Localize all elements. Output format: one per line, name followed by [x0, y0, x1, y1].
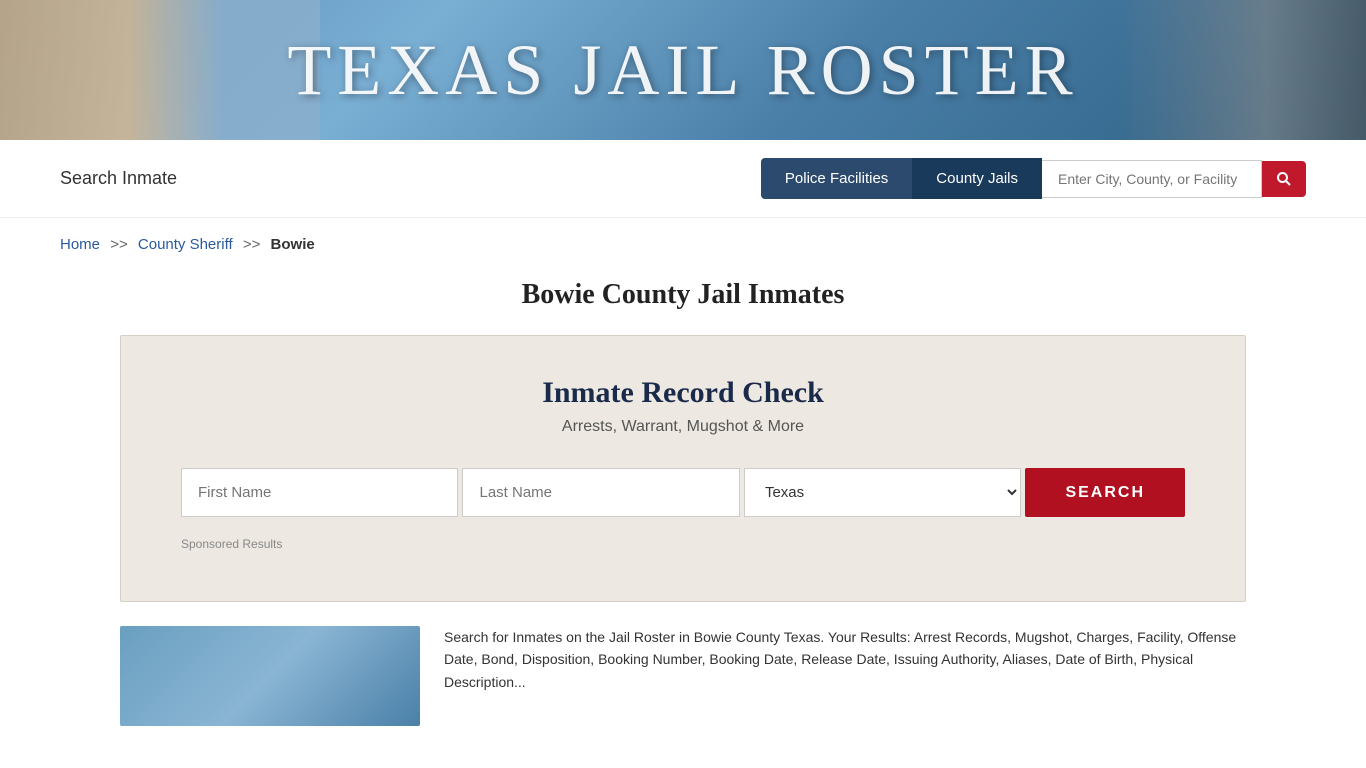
record-check-subtitle: Arrests, Warrant, Mugshot & More: [181, 418, 1185, 436]
bottom-section: Search for Inmates on the Jail Roster in…: [0, 626, 1366, 746]
breadcrumb-separator-2: >>: [243, 236, 261, 253]
nav-right: Police Facilities County Jails: [761, 158, 1306, 199]
breadcrumb: Home >> County Sheriff >> Bowie: [0, 218, 1366, 263]
breadcrumb-home[interactable]: Home: [60, 236, 100, 253]
facility-search-button[interactable]: [1262, 161, 1306, 197]
banner-title: TEXAS JAIL ROSTER: [287, 29, 1078, 112]
last-name-input[interactable]: [462, 468, 739, 517]
nav-bar: Search Inmate Police Facilities County J…: [0, 140, 1366, 218]
description-text: Search for Inmates on the Jail Roster in…: [444, 626, 1246, 726]
sponsored-label: Sponsored Results: [181, 537, 1185, 551]
search-row: AlabamaAlaskaArizonaArkansasCaliforniaCo…: [181, 468, 1185, 517]
breadcrumb-separator-1: >>: [110, 236, 128, 253]
search-inmate-label: Search Inmate: [60, 168, 177, 189]
record-search-button[interactable]: SEARCH: [1025, 468, 1185, 517]
facility-search-input[interactable]: [1042, 160, 1262, 198]
breadcrumb-county-sheriff[interactable]: County Sheriff: [138, 236, 233, 253]
first-name-input[interactable]: [181, 468, 458, 517]
police-facilities-button[interactable]: Police Facilities: [761, 158, 912, 199]
breadcrumb-current: Bowie: [271, 236, 315, 253]
header-banner: TEXAS JAIL ROSTER: [0, 0, 1366, 140]
county-jails-button[interactable]: County Jails: [912, 158, 1042, 199]
state-select[interactable]: AlabamaAlaskaArizonaArkansasCaliforniaCo…: [744, 468, 1021, 517]
record-check-box: Inmate Record Check Arrests, Warrant, Mu…: [120, 335, 1246, 602]
record-check-title: Inmate Record Check: [181, 376, 1185, 410]
page-title-section: Bowie County Jail Inmates: [0, 263, 1366, 335]
search-icon: [1276, 171, 1292, 187]
capitol-background: [0, 0, 320, 140]
keys-background: [1116, 0, 1366, 140]
page-title: Bowie County Jail Inmates: [0, 279, 1366, 311]
county-thumbnail: [120, 626, 420, 726]
